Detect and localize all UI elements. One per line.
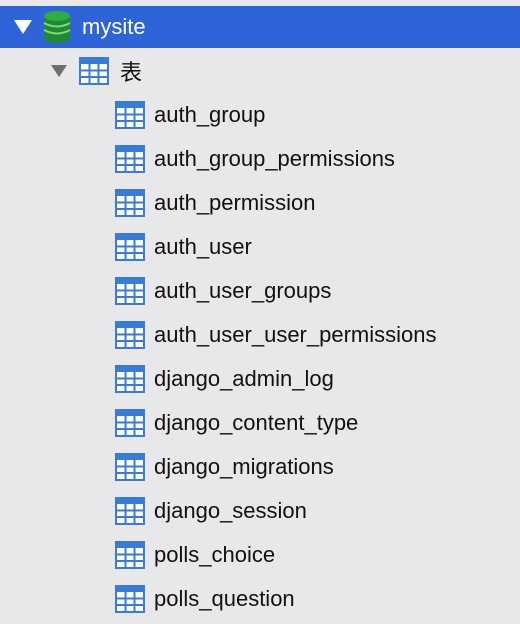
table-name: polls_choice [154, 542, 276, 567]
table-icon [114, 408, 146, 438]
table-row[interactable]: polls_choice [0, 534, 520, 576]
table-name: polls_question [154, 586, 295, 611]
table-row[interactable]: django_content_type [0, 402, 520, 444]
table-icon [114, 232, 146, 262]
table-icon [114, 452, 146, 482]
table-row[interactable]: polls_question [0, 578, 520, 620]
table-row[interactable]: auth_group_permissions [0, 138, 520, 180]
table-row[interactable]: django_session [0, 490, 520, 532]
table-name: auth_group_permissions [154, 146, 395, 171]
table-icon [78, 56, 110, 86]
table-icon [114, 540, 146, 570]
table-icon [114, 144, 146, 174]
tree-row-tables-group[interactable]: 表 [0, 50, 520, 92]
table-row[interactable]: django_admin_log [0, 358, 520, 400]
table-icon [114, 584, 146, 614]
table-name: django_admin_log [154, 366, 334, 391]
table-icon [114, 100, 146, 130]
database-tree: mysite 表 auth_group auth_group_permission… [0, 0, 520, 624]
tables-group-label: 表 [120, 60, 143, 85]
disclosure-triangle-icon[interactable] [48, 60, 70, 82]
table-row[interactable]: auth_user_groups [0, 270, 520, 312]
table-name: django_session [154, 498, 307, 523]
disclosure-triangle-icon[interactable] [12, 16, 34, 38]
table-row[interactable]: django_migrations [0, 446, 520, 488]
table-icon [114, 496, 146, 526]
table-icon [114, 188, 146, 218]
database-name: mysite [82, 14, 146, 39]
table-row[interactable]: auth_user [0, 226, 520, 268]
table-name: auth_group [154, 102, 266, 127]
table-name: auth_user_user_permissions [154, 322, 437, 347]
table-name: django_content_type [154, 410, 359, 435]
table-name: auth_user_groups [154, 278, 332, 303]
table-row[interactable]: auth_user_user_permissions [0, 314, 520, 356]
table-name: auth_permission [154, 190, 316, 215]
table-row[interactable]: auth_permission [0, 182, 520, 224]
tree-row-database[interactable]: mysite [0, 6, 520, 48]
table-icon [114, 364, 146, 394]
database-icon [42, 10, 72, 44]
table-icon [114, 320, 146, 350]
table-name: auth_user [154, 234, 252, 259]
table-row[interactable]: auth_group [0, 94, 520, 136]
table-icon [114, 276, 146, 306]
table-name: django_migrations [154, 454, 334, 479]
